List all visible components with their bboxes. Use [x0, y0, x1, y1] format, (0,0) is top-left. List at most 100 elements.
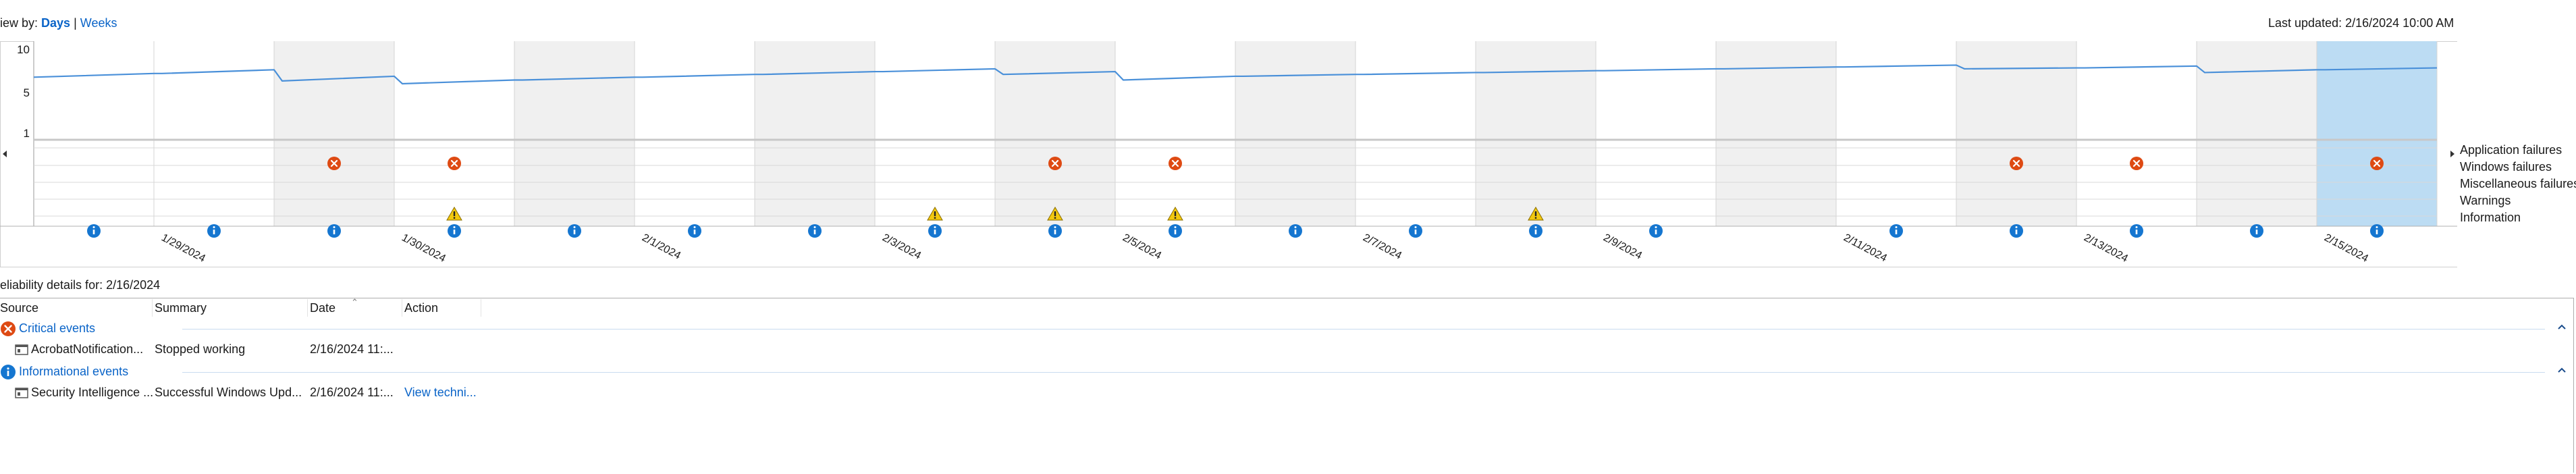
- legend-warnings: Warnings: [2460, 194, 2511, 207]
- info-glyph: [813, 230, 816, 234]
- warning-glyph: [1054, 211, 1056, 216]
- y-tick-label: 1: [24, 127, 30, 140]
- info-glyph: [92, 226, 95, 228]
- info-glyph: [1895, 226, 1898, 228]
- source-cell: Security Intelligence ...: [31, 386, 154, 399]
- info-glyph: [573, 230, 576, 234]
- info-glyph: [2135, 230, 2138, 234]
- info-glyph: [1655, 230, 1657, 234]
- legend-windows-failures: Windows failures: [2460, 160, 2552, 174]
- legend-information: Information: [2460, 211, 2521, 224]
- info-glyph: [1054, 230, 1056, 234]
- info-glyph: [453, 230, 456, 234]
- day-column[interactable]: [1235, 41, 1356, 226]
- info-glyph: [213, 230, 215, 234]
- info-glyph: [333, 226, 336, 228]
- info-glyph: [453, 226, 456, 228]
- chevron-up-icon[interactable]: [2557, 365, 2567, 375]
- application-icon: [15, 388, 28, 398]
- application-icon: [15, 344, 28, 355]
- day-column[interactable]: [34, 41, 154, 226]
- warning-glyph: [1534, 217, 1537, 219]
- info-glyph: [2376, 226, 2378, 228]
- summary-cell: Successful Windows Upd...: [155, 386, 302, 399]
- table-row[interactable]: AcrobatNotification... Stopped working 2…: [0, 340, 2572, 359]
- warning-glyph: [1534, 211, 1537, 216]
- info-glyph: [1294, 230, 1297, 234]
- column-header-date[interactable]: Date: [310, 301, 336, 317]
- column-header-source[interactable]: Source: [0, 301, 38, 317]
- day-column[interactable]: [1356, 41, 1476, 226]
- y-tick-label: 10: [17, 43, 30, 56]
- column-separator[interactable]: [152, 299, 153, 317]
- info-glyph: [934, 226, 936, 228]
- info-glyph: [1054, 226, 1056, 228]
- info-glyph: [2135, 226, 2138, 228]
- legend-miscellaneous-failures: Miscellaneous failures: [2460, 177, 2576, 190]
- source-cell: AcrobatNotification...: [31, 342, 144, 356]
- info-glyph: [2015, 226, 2018, 228]
- info-glyph: [2015, 230, 2018, 234]
- group-critical-events[interactable]: Critical events: [0, 320, 2572, 338]
- view-by-bar: iew by: Days | Weeks: [0, 16, 117, 32]
- info-glyph: [1534, 226, 1537, 228]
- day-column[interactable]: [154, 41, 274, 226]
- info-glyph: [1174, 230, 1177, 234]
- view-by-days-link[interactable]: Days: [41, 16, 70, 30]
- column-separator[interactable]: [307, 299, 308, 317]
- day-column[interactable]: [755, 41, 875, 226]
- info-glyph: [213, 226, 215, 228]
- view-by-weeks-link[interactable]: Weeks: [80, 16, 117, 30]
- reliability-details-title: eliability details for: 2/16/2024: [0, 278, 161, 292]
- information-icon: [1, 365, 16, 379]
- day-column[interactable]: [995, 41, 1115, 226]
- column-header-summary[interactable]: Summary: [155, 301, 207, 317]
- warning-glyph: [1054, 217, 1056, 219]
- day-column[interactable]: [514, 41, 635, 226]
- day-column[interactable]: [2197, 41, 2317, 226]
- group-label-informational: Informational events: [19, 365, 129, 378]
- info-glyph: [333, 230, 336, 234]
- info-glyph: [693, 226, 696, 228]
- warning-glyph: [453, 211, 456, 216]
- group-label-critical: Critical events: [19, 321, 96, 335]
- info-glyph: [2255, 230, 2258, 234]
- day-column[interactable]: [2076, 41, 2197, 226]
- warning-glyph: [1174, 217, 1177, 219]
- date-cell: 2/16/2024 11:...: [310, 386, 394, 399]
- view-technical-details-link[interactable]: View techni...: [404, 386, 477, 400]
- chevron-up-icon[interactable]: [2557, 322, 2567, 332]
- group-informational-events[interactable]: Informational events: [0, 363, 2572, 381]
- info-glyph: [1534, 230, 1537, 234]
- day-column[interactable]: [1836, 41, 1956, 226]
- info-glyph: [2376, 230, 2378, 234]
- date-cell: 2/16/2024 11:...: [310, 342, 394, 356]
- day-column[interactable]: [1476, 41, 1596, 226]
- sort-ascending-icon: ⌃: [351, 297, 358, 307]
- warning-glyph: [934, 217, 936, 219]
- column-header-action[interactable]: Action: [404, 301, 438, 317]
- group-divider: [182, 329, 2545, 330]
- warning-glyph: [453, 217, 456, 219]
- warning-glyph: [1174, 211, 1177, 216]
- day-column[interactable]: [635, 41, 755, 226]
- info-glyph: [2255, 226, 2258, 228]
- day-column[interactable]: [274, 41, 394, 226]
- view-by-label: iew by:: [0, 16, 42, 30]
- legend-application-failures: Application failures: [2460, 143, 2562, 157]
- info-glyph: [573, 226, 576, 228]
- info-glyph: [1414, 230, 1417, 234]
- last-updated-text: Last updated: 2/16/2024 10:00 AM: [2268, 16, 2454, 30]
- reliability-chart[interactable]: 10511/29/2024 1/30/2024 2/1/2024 2/3/2024 2/…: [0, 37, 2457, 273]
- info-glyph: [92, 230, 95, 234]
- info-glyph: [813, 226, 816, 228]
- info-glyph: [1294, 226, 1297, 228]
- info-glyph: [693, 230, 696, 234]
- day-column[interactable]: [394, 41, 514, 226]
- info-glyph: [1414, 226, 1417, 228]
- info-glyph: [1895, 230, 1898, 234]
- table-row[interactable]: Security Intelligence ... Successful Win…: [0, 383, 2572, 402]
- day-column[interactable]: [1115, 41, 1235, 226]
- group-divider: [182, 372, 2545, 373]
- y-tick-label: 5: [24, 86, 30, 99]
